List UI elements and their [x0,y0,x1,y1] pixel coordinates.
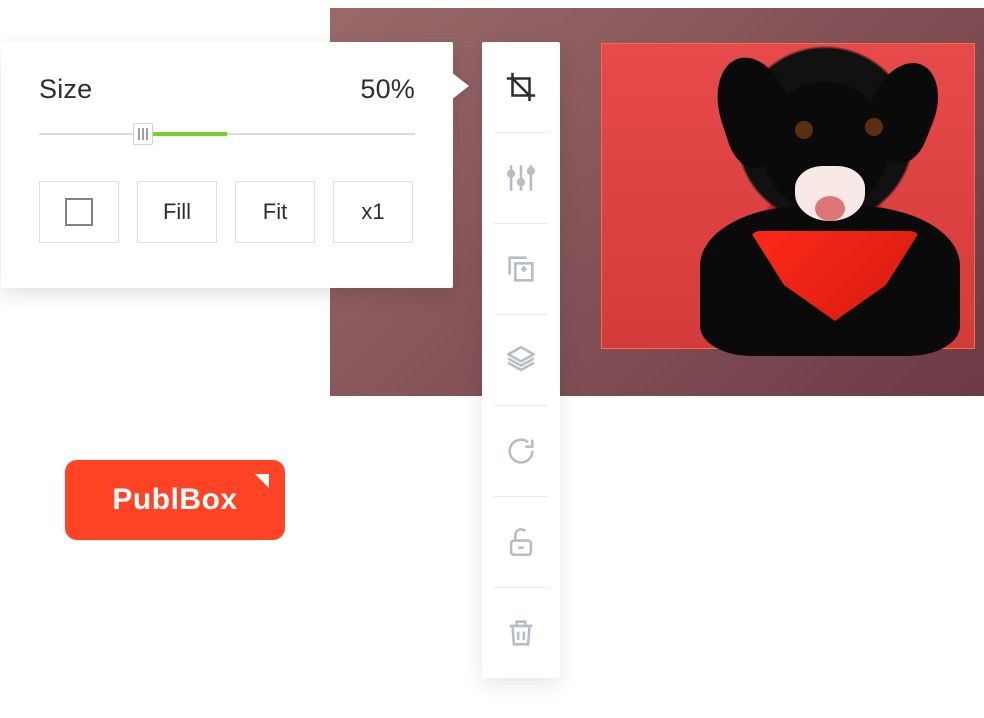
size-panel: Size 50% Fill Fit x1 [1,42,453,288]
fit-button[interactable]: Fit [235,181,315,243]
delete-tool[interactable] [482,588,560,678]
fill-button[interactable]: Fill [137,181,217,243]
unlock-tool[interactable] [482,497,560,587]
canvas-image-content [640,56,960,336]
duplicate-icon [504,252,538,286]
size-label: Size [39,74,92,105]
slider-track [39,133,415,135]
square-icon [65,198,93,226]
logo-corner-icon [255,474,269,488]
crop-tool[interactable] [482,42,560,132]
unlock-icon [504,525,538,559]
rotate-tool[interactable] [482,406,560,496]
adjust-icon [504,161,538,195]
x1-button[interactable]: x1 [333,181,413,243]
slider-fill [141,132,227,136]
logo-text: PublBox [112,483,237,517]
layers-tool[interactable] [482,315,560,405]
aspect-square-button[interactable] [39,181,119,243]
adjust-tool[interactable] [482,133,560,223]
layers-icon [504,343,538,377]
duplicate-tool[interactable] [482,224,560,314]
publbox-logo: PublBox [65,460,285,540]
panel-pointer [451,72,469,100]
slider-thumb[interactable] [133,123,153,145]
rotate-icon [504,434,538,468]
crop-icon [504,70,538,104]
size-slider[interactable] [39,123,415,145]
size-value: 50% [360,74,415,105]
edit-toolbar [482,42,560,678]
trash-icon [504,616,538,650]
